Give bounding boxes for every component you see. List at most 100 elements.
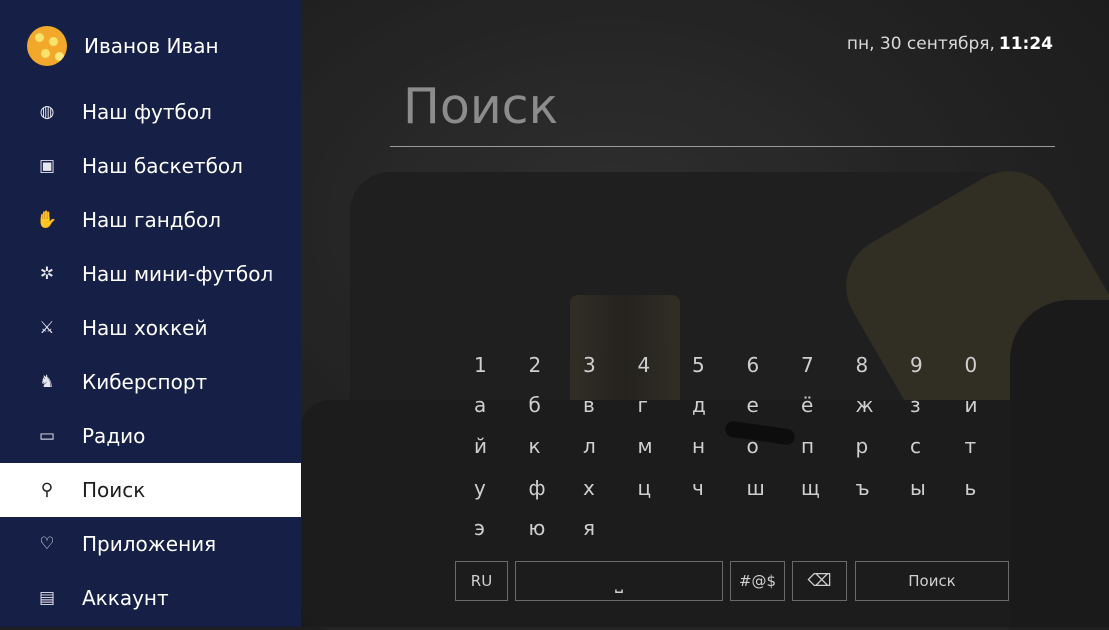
- keyboard-key[interactable]: 8: [842, 353, 897, 381]
- keyboard-key[interactable]: ш: [733, 476, 788, 504]
- text-fade: [267, 247, 301, 301]
- sidebar-item-account[interactable]: ▤ Аккаунт: [0, 571, 301, 625]
- search-submit-button[interactable]: Поиск: [855, 561, 1009, 601]
- keyboard-key[interactable]: 2: [515, 353, 570, 381]
- keyboard-key[interactable]: ь: [951, 476, 1006, 504]
- keyboard-key[interactable]: р: [842, 434, 897, 462]
- radio-icon: ▭: [38, 426, 56, 446]
- date-time: пн, 30 сентября, 11:24: [847, 34, 1053, 54]
- keyboard-key[interactable]: з: [896, 393, 951, 421]
- space-button[interactable]: ⎵: [515, 561, 723, 601]
- keyboard-key[interactable]: в: [569, 393, 624, 421]
- sidebar-item-football[interactable]: ◍ Наш футбол: [0, 85, 301, 139]
- search-icon: ⚲: [40, 480, 54, 500]
- keyboard-key[interactable]: ч: [678, 476, 733, 504]
- keyboard-key[interactable]: л: [569, 434, 624, 462]
- text-fade: [267, 193, 301, 247]
- keyboard-row: эюя: [460, 516, 624, 544]
- time-label: 11:24: [998, 34, 1053, 54]
- keyboard-key[interactable]: е: [733, 393, 788, 421]
- sidebar-item-hockey[interactable]: ⚔ Наш хоккей: [0, 301, 301, 355]
- sidebar-item-label: Наш баскетбол: [82, 154, 243, 178]
- user-profile[interactable]: Иванов Иван: [27, 25, 219, 67]
- sidebar-item-mini-football[interactable]: ✲ Наш мини-футбол: [0, 247, 301, 301]
- football-icon: ◍: [39, 102, 55, 122]
- symbols-button[interactable]: #@$: [730, 561, 785, 601]
- keyboard-key[interactable]: 5: [678, 353, 733, 381]
- keyboard-key[interactable]: ц: [624, 476, 679, 504]
- sidebar-item-cybersport[interactable]: ♞ Киберспорт: [0, 355, 301, 409]
- keyboard-row: уфхцчшщъыь: [460, 476, 1005, 504]
- basketball-icon: ▣: [38, 156, 56, 176]
- keyboard-key[interactable]: 7: [787, 353, 842, 381]
- text-fade: [267, 409, 301, 463]
- mini-football-icon: ✲: [39, 264, 55, 284]
- keyboard-key[interactable]: 4: [624, 353, 679, 381]
- keyboard-key[interactable]: ю: [515, 516, 570, 544]
- keyboard-key[interactable]: 0: [951, 353, 1006, 381]
- keyboard-key[interactable]: й: [460, 434, 515, 462]
- keyboard-row: 1234567890: [460, 353, 1005, 381]
- keyboard-key[interactable]: г: [624, 393, 679, 421]
- sidebar-item-label: Наш мини-футбол: [82, 262, 274, 286]
- sidebar-item-label: Наш гандбол: [82, 208, 221, 232]
- keyboard-key[interactable]: ъ: [842, 476, 897, 504]
- keyboard-key[interactable]: н: [678, 434, 733, 462]
- keyboard-key[interactable]: м: [624, 434, 679, 462]
- keyboard-key[interactable]: 6: [733, 353, 788, 381]
- user-name: Иванов Иван: [84, 34, 219, 58]
- text-fade: [267, 301, 301, 355]
- sidebar-item-basketball[interactable]: ▣ Наш баскетбол: [0, 139, 301, 193]
- keyboard-key[interactable]: б: [515, 393, 570, 421]
- sidebar-item-apps[interactable]: ♡ Приложения: [0, 517, 301, 571]
- sidebar-item-label: Поиск: [82, 478, 146, 502]
- sidebar-item-label: Аккаунт: [82, 586, 169, 610]
- keyboard-key[interactable]: ж: [842, 393, 897, 421]
- cybersport-icon: ♞: [39, 372, 55, 392]
- sidebar-item-handball[interactable]: ✋ Наш гандбол: [0, 193, 301, 247]
- sidebar-item-label: Приложения: [82, 532, 217, 556]
- keyboard-key[interactable]: ё: [787, 393, 842, 421]
- keyboard-key[interactable]: 1: [460, 353, 515, 381]
- keyboard-key[interactable]: ы: [896, 476, 951, 504]
- keyboard-key[interactable]: щ: [787, 476, 842, 504]
- sidebar-item-label: Наш хоккей: [82, 316, 208, 340]
- account-icon: ▤: [38, 588, 56, 608]
- keyboard-key[interactable]: а: [460, 393, 515, 421]
- keyboard-key[interactable]: х: [569, 476, 624, 504]
- keyboard-row: абвгдеёжзи: [460, 393, 1005, 421]
- keyboard-key[interactable]: к: [515, 434, 570, 462]
- keyboard-key[interactable]: о: [733, 434, 788, 462]
- apps-icon: ♡: [39, 534, 55, 554]
- backspace-button[interactable]: ⌫: [792, 561, 847, 601]
- text-fade: [267, 571, 301, 625]
- keyboard-key[interactable]: э: [460, 516, 515, 544]
- date-label: пн, 30 сентября,: [846, 34, 995, 54]
- hockey-icon: ⚔: [39, 318, 55, 338]
- text-fade: [267, 517, 301, 571]
- keyboard-key[interactable]: 3: [569, 353, 624, 381]
- keyboard-key[interactable]: п: [787, 434, 842, 462]
- search-underline: [390, 146, 1055, 147]
- language-button[interactable]: RU: [455, 561, 508, 601]
- keyboard-key[interactable]: 9: [896, 353, 951, 381]
- sidebar: Иванов Иван ◍ Наш футбол ▣ Наш баскетбол ✋ На…: [0, 0, 301, 627]
- avatar: [27, 26, 67, 66]
- text-fade: [267, 85, 301, 139]
- sidebar-item-label: Наш футбол: [82, 100, 212, 124]
- handball-icon: ✋: [36, 210, 58, 230]
- sidebar-item-label: Киберспорт: [82, 370, 208, 394]
- sidebar-item-radio[interactable]: ▭ Радио: [0, 409, 301, 463]
- keyboard-key[interactable]: ф: [515, 476, 570, 504]
- keyboard-key[interactable]: и: [951, 393, 1006, 421]
- search-input[interactable]: Поиск: [403, 78, 558, 135]
- keyboard-key[interactable]: у: [460, 476, 515, 504]
- keyboard-key[interactable]: д: [678, 393, 733, 421]
- keyboard-key[interactable]: т: [951, 434, 1006, 462]
- sidebar-menu: ◍ Наш футбол ▣ Наш баскетбол ✋ Наш гандбол ✲ На…: [0, 85, 301, 625]
- text-fade: [267, 139, 301, 193]
- sidebar-item-search[interactable]: ⚲ Поиск: [0, 463, 301, 517]
- keyboard-key[interactable]: с: [896, 434, 951, 462]
- keyboard-key[interactable]: я: [569, 516, 624, 544]
- sidebar-item-label: Радио: [82, 424, 146, 448]
